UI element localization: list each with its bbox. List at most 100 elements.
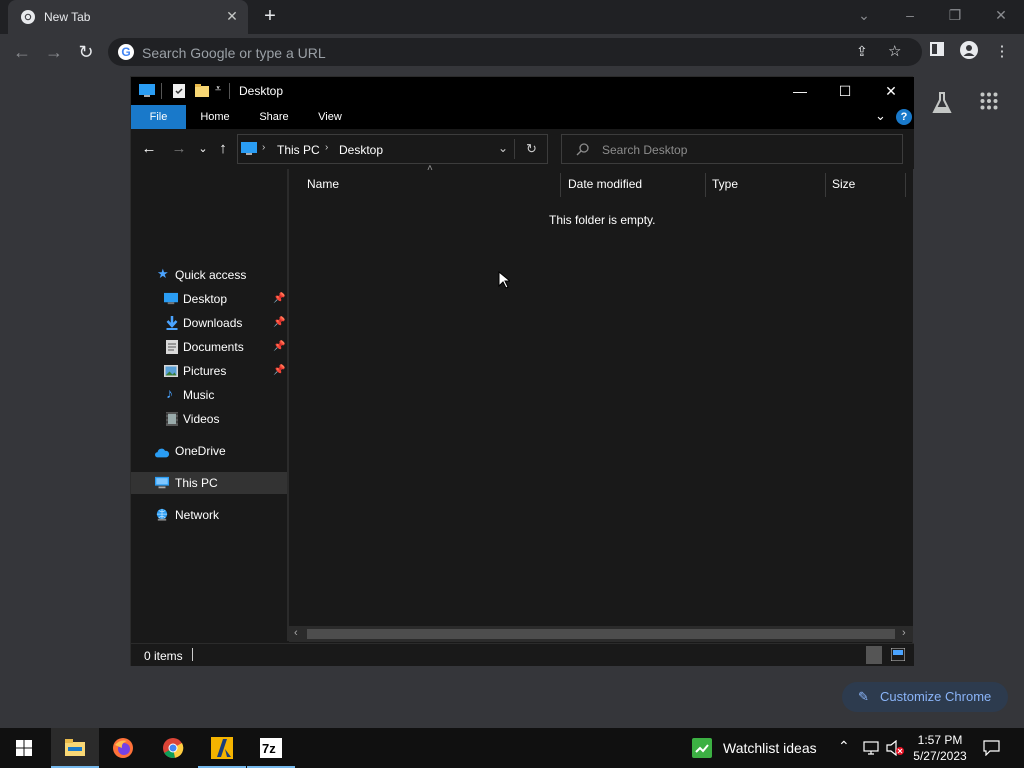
expand-ribbon-icon[interactable]: ⌄: [875, 108, 886, 124]
reload-icon[interactable]: ↻: [75, 41, 97, 63]
star-icon: ★: [157, 266, 169, 281]
address-divider: [514, 139, 515, 159]
nav-downloads[interactable]: Downloads 📌: [131, 312, 287, 334]
explorer-maximize-button[interactable]: ☐: [822, 77, 868, 105]
action-center-icon[interactable]: [983, 740, 1000, 756]
titlebar-divider: [229, 83, 230, 99]
scroll-right-icon[interactable]: ›: [902, 627, 906, 639]
nav-documents[interactable]: Documents 📌: [131, 336, 287, 358]
horizontal-scrollbar[interactable]: ‹ ›: [289, 626, 913, 642]
chrome-tab-strip: New Tab ✕ + ⌄ – ❐ ✕: [0, 0, 1024, 34]
refresh-icon[interactable]: ↻: [526, 141, 537, 157]
7zip-icon: 7z: [260, 738, 282, 758]
chrome-restore-button[interactable]: ❐: [943, 6, 967, 26]
explorer-minimize-button[interactable]: —: [777, 77, 823, 105]
new-folder-icon[interactable]: [195, 84, 209, 97]
nav-quick-access[interactable]: ★ Quick access: [131, 264, 287, 286]
scrollbar-thumb[interactable]: [307, 629, 895, 639]
column-header-name[interactable]: Name: [307, 177, 339, 191]
search-box[interactable]: Search Desktop: [561, 134, 903, 164]
chrome-close-button[interactable]: ✕: [989, 6, 1013, 26]
details-view-icon[interactable]: [866, 646, 882, 664]
forward-arrow-icon[interactable]: →: [169, 139, 189, 159]
taskbar-7zip[interactable]: 7z: [247, 728, 295, 768]
breadcrumb-desktop[interactable]: Desktop: [339, 143, 383, 157]
recent-locations-icon[interactable]: ⌄: [193, 139, 213, 159]
taskbar-chrome[interactable]: [149, 728, 197, 768]
profile-avatar-icon[interactable]: [958, 41, 980, 63]
bookmark-star-icon[interactable]: ☆: [888, 42, 901, 60]
taskbar-file-explorer[interactable]: [51, 728, 99, 768]
watchlist-label: Watchlist ideas: [723, 740, 817, 756]
address-bar[interactable]: › This PC › Desktop ⌄ ↻: [237, 134, 548, 164]
nav-desktop[interactable]: Desktop 📌: [131, 288, 287, 310]
column-separator[interactable]: [825, 173, 826, 197]
pin-icon[interactable]: 📌: [273, 288, 285, 310]
search-icon: [576, 143, 589, 156]
pin-icon[interactable]: 📌: [273, 312, 285, 334]
nav-videos[interactable]: Videos: [131, 408, 287, 430]
nav-onedrive[interactable]: OneDrive: [131, 440, 287, 462]
watchlist-widget[interactable]: Watchlist ideas: [690, 728, 830, 768]
status-bar: 0 items: [131, 643, 914, 666]
network-status-icon[interactable]: [863, 741, 879, 755]
google-apps-icon[interactable]: [980, 92, 1002, 114]
nav-onedrive-label: OneDrive: [175, 444, 226, 458]
tab-share[interactable]: Share: [251, 105, 297, 129]
system-clock[interactable]: 1:57 PM 5/27/2023: [900, 732, 980, 764]
back-arrow-icon[interactable]: ←: [11, 41, 33, 63]
scroll-left-icon[interactable]: ‹: [294, 627, 298, 639]
pin-icon[interactable]: 📌: [273, 336, 285, 358]
show-hidden-icons-chevron-icon[interactable]: ⌃: [838, 738, 850, 755]
nav-this-pc[interactable]: This PC: [131, 472, 287, 494]
customize-chrome-button[interactable]: ✎ Customize Chrome: [842, 682, 1008, 712]
column-header-date-modified[interactable]: Date modified: [568, 177, 642, 191]
tab-file[interactable]: File: [131, 105, 186, 129]
column-header-size[interactable]: Size: [832, 177, 855, 191]
new-tab-button[interactable]: +: [260, 6, 280, 26]
column-separator[interactable]: [905, 173, 906, 197]
quick-access-toolbar-dropdown-icon[interactable]: ⩡: [215, 83, 221, 96]
ribbon-tabs: File Home Share View ⌄ ?: [131, 105, 914, 129]
nav-music[interactable]: ♪ Music: [131, 384, 287, 406]
forward-arrow-icon[interactable]: →: [43, 41, 65, 63]
clock-date: 5/27/2023: [913, 749, 967, 763]
nav-network[interactable]: Network: [131, 504, 287, 526]
side-panel-icon[interactable]: [926, 41, 948, 63]
taskbar-firefox[interactable]: [99, 728, 147, 768]
address-dropdown-icon[interactable]: ⌄: [498, 141, 508, 155]
nav-pictures[interactable]: Pictures 📌: [131, 360, 287, 382]
share-icon[interactable]: ⇪: [856, 43, 868, 60]
nav-quick-access-label: Quick access: [175, 268, 247, 282]
tab-search-icon[interactable]: ⌄: [852, 6, 876, 26]
titlebar-divider: [161, 83, 162, 99]
nav-pictures-label: Pictures: [183, 364, 227, 378]
chrome-menu-icon[interactable]: ⋮: [991, 41, 1013, 63]
properties-icon[interactable]: [173, 84, 185, 98]
videos-icon: [166, 412, 178, 426]
file-list-pane[interactable]: ˄ Name Date modified Type Size This fold…: [289, 163, 913, 641]
taskbar-kodi-app[interactable]: [198, 728, 246, 768]
column-header-type[interactable]: Type: [712, 177, 738, 191]
nav-this-pc-label: This PC: [175, 476, 218, 490]
customize-chrome-label: Customize Chrome: [880, 689, 992, 704]
large-icons-view-icon[interactable]: [891, 648, 905, 661]
chrome-minimize-button[interactable]: –: [898, 6, 922, 26]
explorer-close-button[interactable]: ✕: [868, 77, 914, 105]
tab-close-icon[interactable]: ✕: [224, 8, 240, 24]
start-button[interactable]: [0, 728, 48, 768]
up-arrow-icon[interactable]: ↑: [213, 139, 233, 159]
chrome-labs-icon[interactable]: [930, 92, 954, 116]
search-placeholder: Search Desktop: [602, 143, 688, 157]
tab-home[interactable]: Home: [193, 105, 237, 129]
tab-new-tab[interactable]: New Tab ✕: [8, 0, 248, 34]
document-icon: [166, 340, 178, 354]
column-separator[interactable]: [560, 173, 561, 197]
omnibox[interactable]: G Search Google or type a URL ⇪ ☆: [108, 38, 922, 66]
help-icon[interactable]: ?: [896, 109, 912, 125]
back-arrow-icon[interactable]: ←: [139, 139, 159, 159]
tab-view[interactable]: View: [309, 105, 351, 129]
pin-icon[interactable]: 📌: [273, 360, 285, 382]
breadcrumb-this-pc[interactable]: This PC: [277, 143, 320, 157]
column-separator[interactable]: [705, 173, 706, 197]
